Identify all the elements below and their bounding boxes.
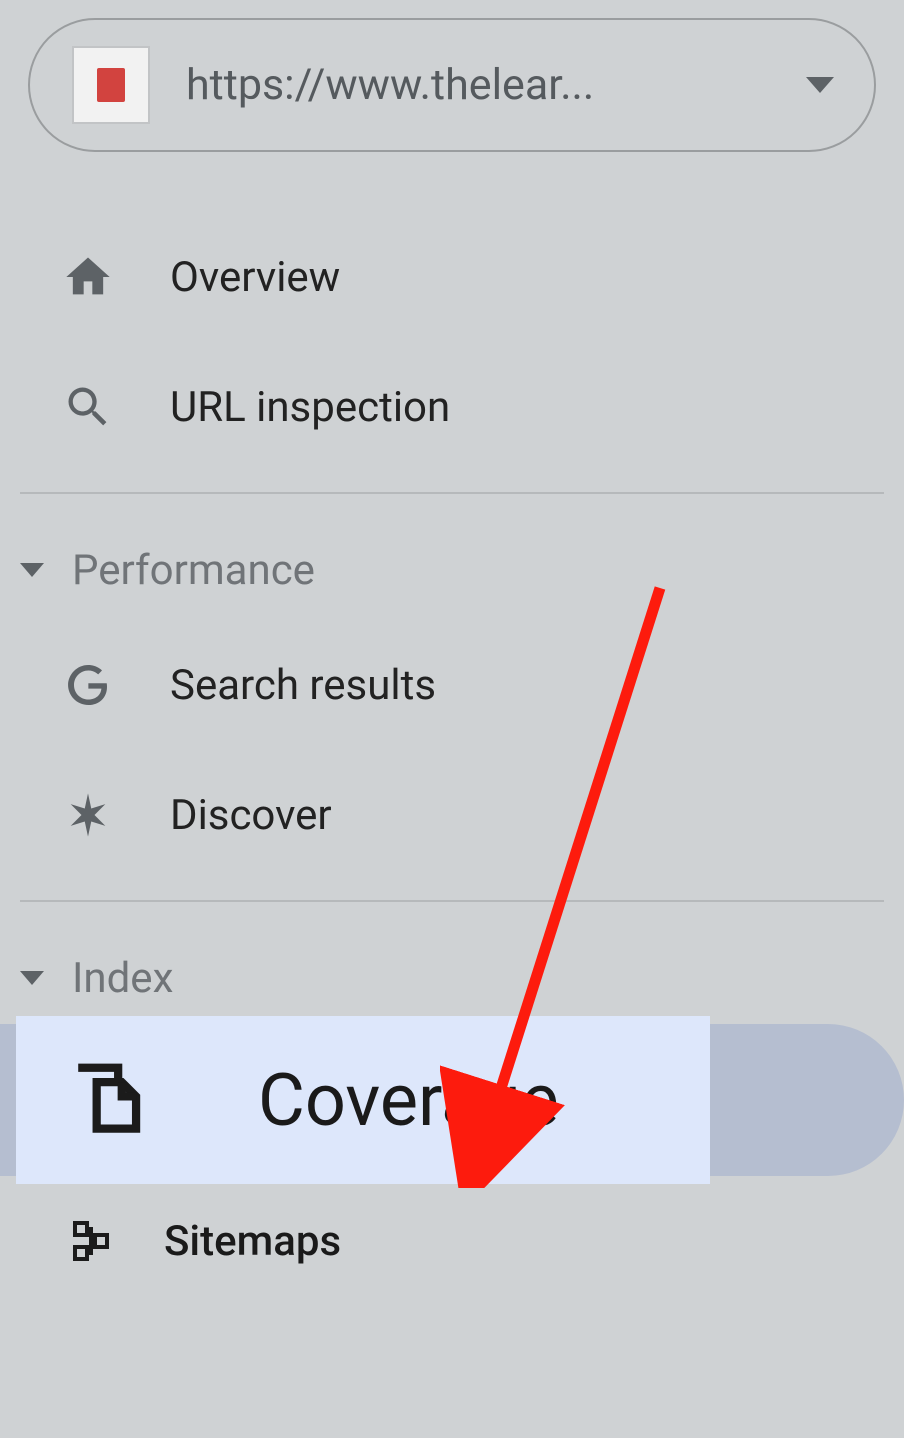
divider bbox=[20, 900, 884, 902]
section-header-index[interactable]: Index bbox=[0, 938, 904, 1018]
nav-url-inspection-label: URL inspection bbox=[170, 383, 450, 432]
property-selector[interactable]: https://www.thelear... bbox=[28, 18, 876, 152]
discover-icon bbox=[60, 787, 116, 843]
sitemaps-icon bbox=[68, 1216, 118, 1266]
nav-coverage[interactable]: Coverage bbox=[0, 1024, 904, 1176]
coverage-icon bbox=[68, 1057, 154, 1143]
nav-overview[interactable]: Overview bbox=[0, 212, 904, 342]
nav-search-results-label: Search results bbox=[170, 661, 436, 710]
property-url-text: https://www.thelear... bbox=[186, 60, 786, 110]
chevron-down-icon bbox=[806, 77, 834, 93]
section-title-performance: Performance bbox=[72, 546, 315, 595]
chevron-down-icon bbox=[20, 971, 44, 985]
home-icon bbox=[60, 249, 116, 305]
site-favicon bbox=[72, 46, 150, 124]
nav-sitemaps[interactable]: Sitemaps bbox=[0, 1196, 904, 1286]
nav-discover[interactable]: Discover bbox=[0, 750, 904, 880]
nav-discover-label: Discover bbox=[170, 791, 332, 840]
search-icon bbox=[60, 379, 116, 435]
divider bbox=[20, 492, 884, 494]
section-header-performance[interactable]: Performance bbox=[0, 530, 904, 610]
nav-url-inspection[interactable]: URL inspection bbox=[0, 342, 904, 472]
nav-coverage-label: Coverage bbox=[258, 1058, 559, 1143]
nav-overview-label: Overview bbox=[170, 253, 340, 302]
google-g-icon bbox=[60, 657, 116, 713]
section-title-index: Index bbox=[72, 954, 173, 1003]
nav-search-results[interactable]: Search results bbox=[0, 620, 904, 750]
nav-sitemaps-label: Sitemaps bbox=[164, 1217, 341, 1266]
chevron-down-icon bbox=[20, 563, 44, 577]
